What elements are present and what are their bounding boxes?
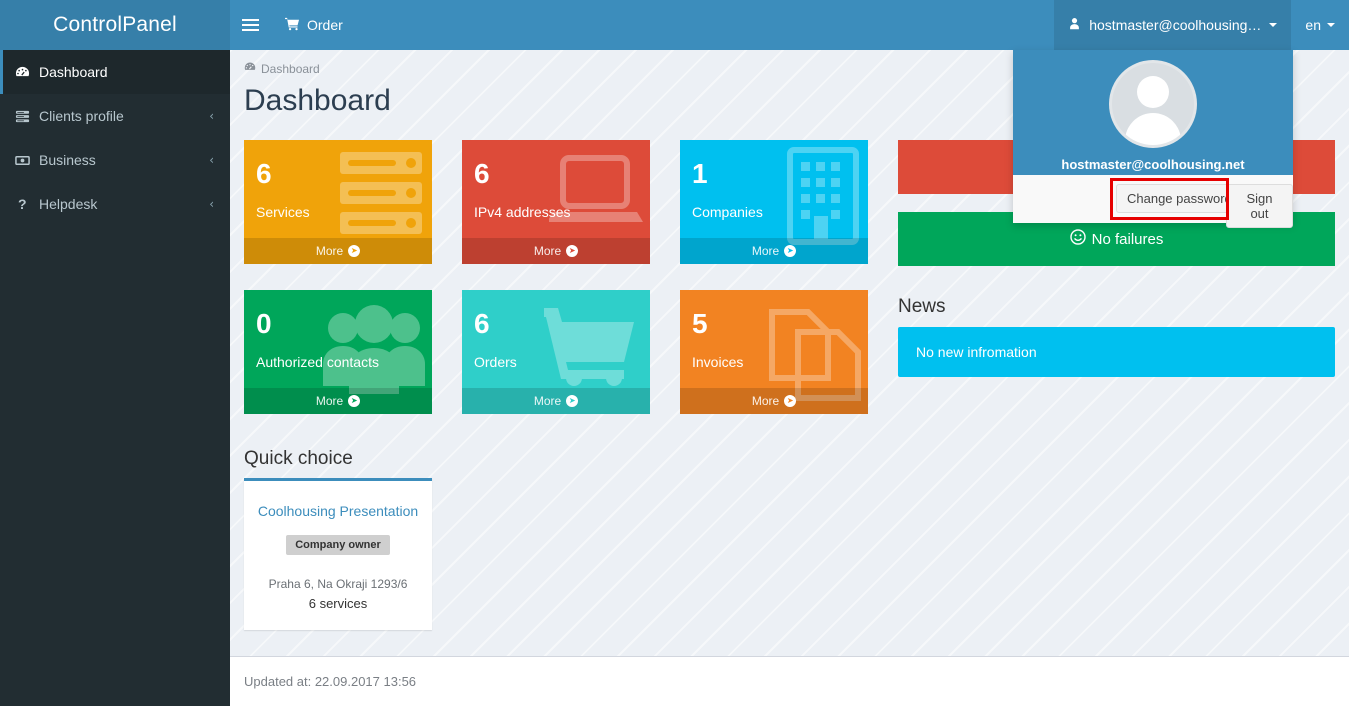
avatar-head (1137, 76, 1169, 108)
info-box-ipv4-addresses[interactable]: 6 IPv4 addresses More ➤ (462, 140, 650, 264)
sidebar-item-label: Business (39, 152, 96, 168)
more-link[interactable]: More ➤ (680, 388, 868, 414)
more-link[interactable]: More ➤ (462, 388, 650, 414)
quick-choice-card[interactable]: Coolhousing Presentation Company owner P… (244, 478, 432, 630)
footer: Updated at: 22.09.2017 13:56 (230, 656, 1349, 706)
page-title: Dashboard (244, 84, 391, 117)
news-message: No new infromation (916, 344, 1037, 360)
dashboard-icon (15, 65, 39, 80)
info-box-number: 5 (692, 308, 708, 339)
more-label: More (751, 394, 780, 408)
language-menu-button[interactable]: en (1291, 0, 1349, 50)
order-label: Order (307, 17, 343, 33)
brand-logo[interactable]: ControlPanel (0, 0, 230, 50)
building-icon (784, 146, 862, 251)
more-link[interactable]: More ➤ (462, 238, 650, 264)
info-box-label: Services (256, 204, 310, 220)
sidebar-item-helpdesk[interactable]: ? Helpdesk ‹ (0, 182, 230, 226)
company-name-link[interactable]: Coolhousing Presentation (244, 503, 432, 519)
money-icon (15, 153, 39, 168)
arrow-circle-right-icon: ➤ (348, 395, 361, 407)
chevron-down-icon (1269, 23, 1278, 27)
quick-choice-title: Quick choice (244, 448, 353, 469)
app-root: ControlPanel Dashboard Clients profile ‹… (0, 0, 1349, 706)
chevron-left-icon: ‹ (209, 109, 214, 123)
sidebar-item-label: Helpdesk (39, 196, 98, 212)
server-stack-icon (336, 146, 426, 246)
arrow-circle-right-icon: ➤ (348, 245, 361, 257)
info-box-label: Companies (692, 204, 763, 220)
avatar-body (1125, 113, 1181, 145)
sign-out-button[interactable]: Sign out (1226, 184, 1293, 228)
info-box-companies[interactable]: 1 Companies More ➤ (680, 140, 868, 264)
arrow-circle-right-icon: ➤ (784, 395, 797, 407)
info-box-orders[interactable]: 6 Orders More ➤ (462, 290, 650, 414)
hamburger-icon[interactable] (230, 0, 270, 50)
users-icon (321, 304, 426, 399)
user-email: hostmaster@coolhousing.net (1061, 157, 1245, 172)
news-title: News (898, 296, 946, 317)
sidebar: ControlPanel Dashboard Clients profile ‹… (0, 0, 230, 706)
more-link[interactable]: More ➤ (244, 238, 432, 264)
info-box-number: 0 (256, 308, 272, 339)
more-label: More (533, 394, 562, 408)
info-box-label: Authorized contacts (256, 354, 379, 370)
user-dropdown-footer: Change password Sign out (1013, 175, 1293, 228)
company-services-count: 6 services (308, 596, 368, 611)
laptop-icon (547, 152, 644, 239)
more-label: More (751, 244, 780, 258)
breadcrumb[interactable]: Dashboard (244, 61, 320, 76)
info-box-label: Orders (474, 354, 517, 370)
news-box[interactable]: No new infromation (898, 327, 1335, 377)
info-box-number: 6 (474, 308, 490, 339)
info-box-label: IPv4 addresses (474, 204, 571, 220)
user-icon (1068, 17, 1081, 33)
more-label: More (315, 394, 344, 408)
order-button[interactable]: Order (270, 0, 358, 50)
info-box-number: 6 (474, 158, 490, 189)
change-password-button[interactable]: Change password (1116, 184, 1243, 213)
more-label: More (315, 244, 344, 258)
footer-updated-text: Updated at: 22.09.2017 13:56 (244, 674, 417, 689)
shopping-cart-icon (544, 306, 636, 393)
sidebar-item-business[interactable]: Business ‹ (0, 138, 230, 182)
info-box-number: 6 (256, 158, 272, 189)
sidebar-item-label: Dashboard (39, 64, 108, 80)
brand-title: ControlPanel (53, 13, 177, 36)
breadcrumb-label: Dashboard (261, 61, 320, 76)
wide-box-label: No failures (1091, 230, 1164, 248)
user-dropdown-header: hostmaster@coolhousing.net member (1013, 50, 1293, 190)
arrow-circle-right-icon: ➤ (784, 245, 797, 257)
server-list-icon (15, 109, 39, 124)
info-box-authorized-contacts[interactable]: 0 Authorized contacts More ➤ (244, 290, 432, 414)
question-mark-icon: ? (18, 196, 27, 212)
more-label: More (533, 244, 562, 258)
user-avatar-icon (1109, 60, 1197, 148)
more-link[interactable]: More ➤ (680, 238, 868, 264)
user-menu-label: hostmaster@coolhousing… (1089, 17, 1262, 33)
more-link[interactable]: More ➤ (244, 388, 432, 414)
top-navbar: Order hostmaster@coolhousing… en (230, 0, 1349, 50)
navbar-spacer (358, 0, 1054, 50)
dashboard-icon (244, 61, 256, 76)
user-menu-button[interactable]: hostmaster@coolhousing… (1054, 0, 1292, 50)
chevron-left-icon: ‹ (209, 197, 214, 211)
sidebar-item-label: Clients profile (39, 108, 124, 124)
chevron-down-icon (1327, 23, 1335, 27)
shopping-cart-icon (285, 17, 300, 34)
info-box-label: Invoices (692, 354, 744, 370)
chevron-left-icon: ‹ (209, 153, 214, 167)
role-badge: Company owner (286, 535, 390, 555)
info-box-number: 1 (692, 158, 708, 189)
sidebar-item-dashboard[interactable]: Dashboard (0, 50, 230, 94)
info-box-services[interactable]: 6 Services More ➤ (244, 140, 432, 264)
sidebar-item-clients-profile[interactable]: Clients profile ‹ (0, 94, 230, 138)
smiley-icon (1069, 229, 1086, 249)
user-dropdown-menu: hostmaster@coolhousing.net member Change… (1013, 50, 1293, 228)
info-box-invoices[interactable]: 5 Invoices More ➤ (680, 290, 868, 414)
arrow-circle-right-icon: ➤ (566, 245, 579, 257)
arrow-circle-right-icon: ➤ (566, 395, 579, 407)
company-address: Praha 6, Na Okraji 1293/6 (268, 577, 408, 591)
language-label: en (1305, 17, 1321, 33)
